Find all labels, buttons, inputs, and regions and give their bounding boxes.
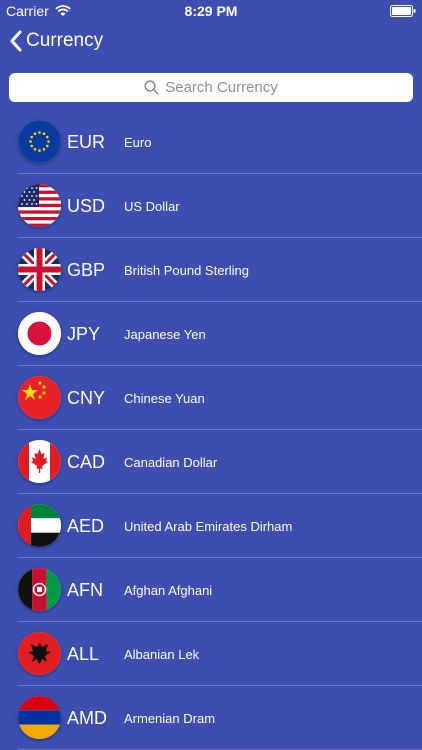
nav-bar: Currency: [0, 22, 422, 66]
back-button-label: Currency: [26, 30, 104, 51]
us-flag-icon: [18, 184, 61, 227]
currency-row[interactable]: AED United Arab Emirates Dirham: [0, 494, 422, 558]
currency-name: US Dollar: [124, 198, 180, 214]
battery-icon: [390, 5, 416, 17]
currency-row[interactable]: AMD Armenian Dram: [0, 686, 422, 750]
ae-flag-icon: [18, 504, 61, 547]
back-button[interactable]: Currency: [10, 30, 103, 52]
currency-name: Chinese Yuan: [124, 390, 205, 406]
currency-name: Armenian Dram: [124, 710, 216, 726]
currency-name: Euro: [124, 134, 152, 150]
ca-flag-icon: [18, 440, 61, 483]
currency-list: EUR Euro USD US Dollar GBP British Pound…: [0, 110, 422, 750]
currency-name: Canadian Dollar: [124, 454, 218, 470]
currency-code: AED: [67, 515, 105, 536]
currency-name: Albanian Lek: [124, 646, 200, 662]
currency-code: CAD: [67, 451, 106, 472]
search-placeholder: Search Currency: [165, 79, 278, 96]
currency-code: JPY: [67, 323, 101, 344]
al-flag-icon: [18, 632, 61, 675]
currency-row[interactable]: AFN Afghan Afghani: [0, 558, 422, 622]
currency-code: AMD: [67, 707, 107, 728]
currency-row[interactable]: CAD Canadian Dollar: [0, 430, 422, 494]
cn-flag-icon: [18, 376, 61, 419]
currency-name: British Pound Sterling: [124, 262, 250, 278]
jp-flag-icon: [18, 312, 61, 355]
eu-flag-icon: [18, 120, 61, 163]
currency-row[interactable]: JPY Japanese Yen: [0, 302, 422, 366]
currency-code: ALL: [67, 643, 100, 664]
currency-name: Afghan Afghani: [124, 582, 213, 598]
currency-row[interactable]: CNY Chinese Yuan: [0, 366, 422, 430]
chevron-left-icon: [10, 30, 22, 52]
currency-name: Japanese Yen: [124, 326, 206, 342]
currency-row[interactable]: USD US Dollar: [0, 174, 422, 238]
search-input[interactable]: Search Currency: [9, 73, 413, 102]
status-time: 8:29 PM: [184, 3, 238, 19]
currency-row[interactable]: EUR Euro: [0, 110, 422, 174]
currency-row[interactable]: GBP British Pound Sterling: [0, 238, 422, 302]
status-bar: Carrier 8:29 PM: [0, 0, 422, 22]
currency-code: EUR: [67, 131, 106, 152]
currency-row[interactable]: ALL Albanian Lek: [0, 622, 422, 686]
af-flag-icon: [18, 568, 61, 611]
search-icon: [144, 80, 159, 95]
currency-code: USD: [67, 195, 106, 216]
gb-flag-icon: [18, 248, 61, 291]
am-flag-icon: [18, 696, 61, 739]
currency-code: CNY: [67, 387, 106, 408]
currency-code: AFN: [67, 579, 103, 600]
currency-code: GBP: [67, 259, 106, 280]
currency-name: United Arab Emirates Dirham: [124, 518, 293, 534]
